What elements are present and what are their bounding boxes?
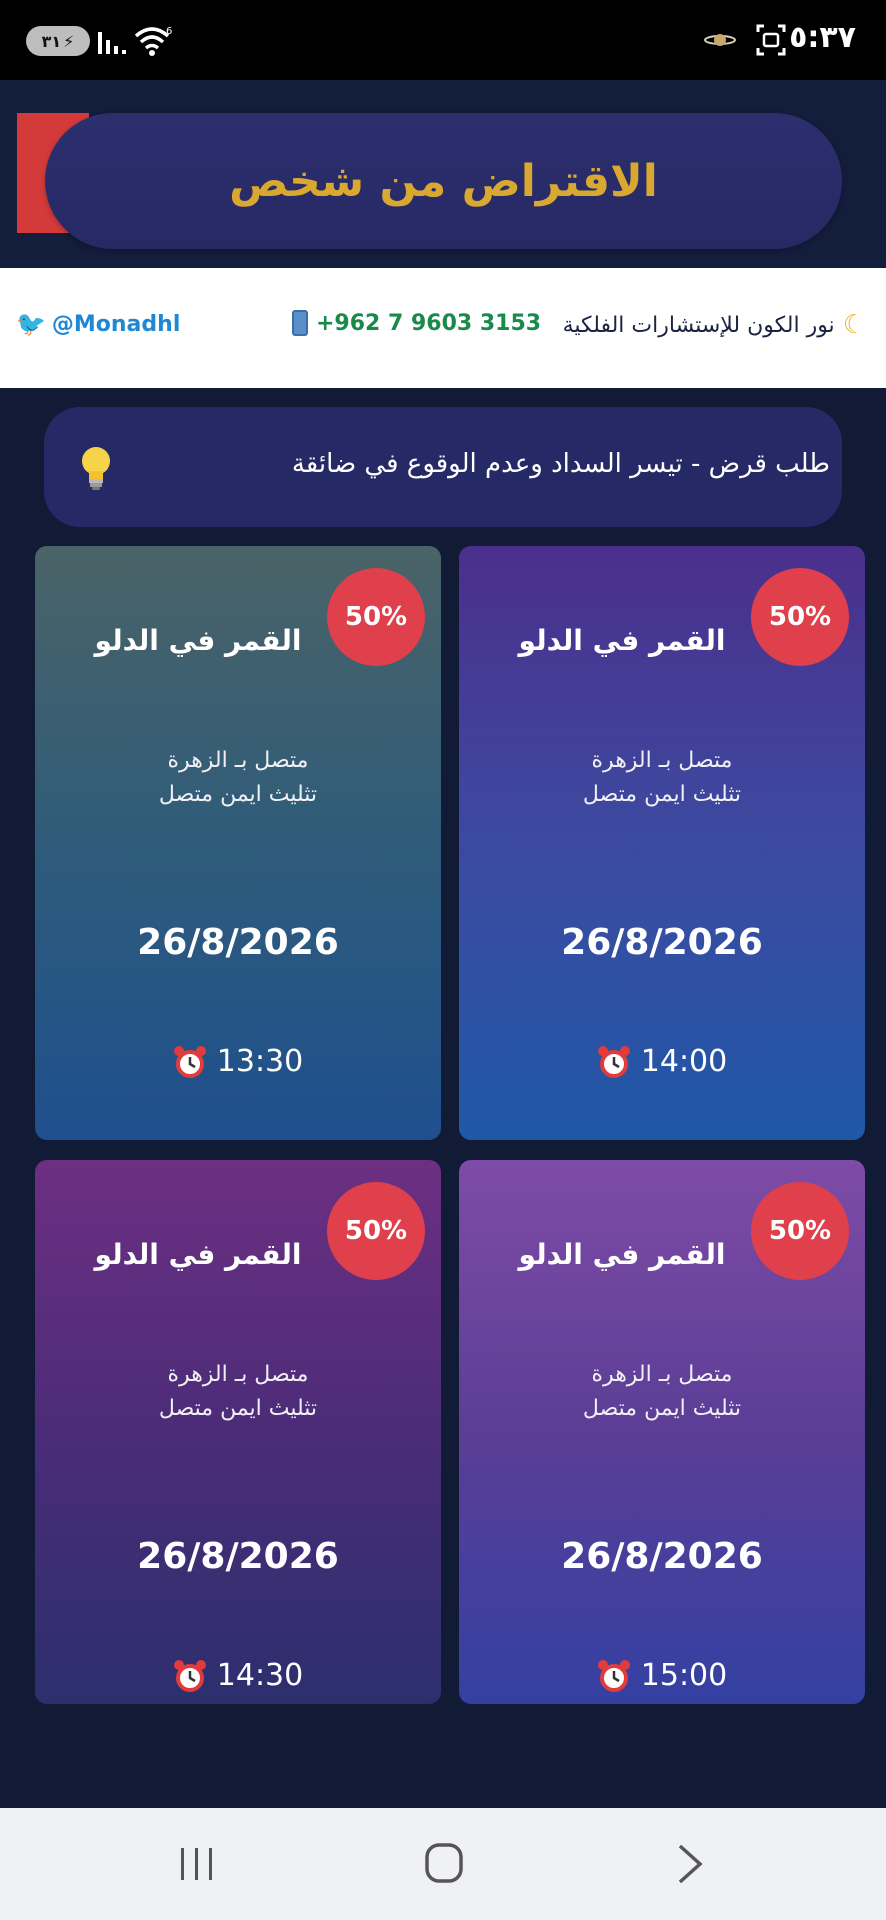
card-date: 26/8/2026 <box>561 922 763 963</box>
card-time: 14:30 <box>216 1658 304 1693</box>
wifi-badge: 6 <box>166 26 172 37</box>
contact-strip: 🐦 @Monadhl +962 7 9603 3153 ☾ نور الكون … <box>0 268 886 388</box>
card-aspect: متصل بـ الزهرة <box>591 1362 733 1387</box>
brand-name: ☾ نور الكون للإستشارات الفلكية <box>563 310 866 340</box>
phone-text: +962 7 9603 3153 <box>316 310 542 336</box>
timing-card[interactable]: 50% القمر في الدلو متصل بـ الزهرة تثليث … <box>35 1160 441 1704</box>
back-chevron-icon[interactable] <box>676 1842 706 1886</box>
alarm-clock-icon <box>173 1045 206 1078</box>
app-screen: ٣١ ⚡ 6 ٥:٣٧ الاقتراض من شخص 🐦 @Monadhl +… <box>0 0 886 1920</box>
card-title: القمر في الدلو <box>94 1238 302 1271</box>
battery-indicator: ٣١ ⚡ <box>26 26 90 56</box>
card-title: القمر في الدلو <box>94 624 302 657</box>
card-time-row: 14:30 <box>35 1658 441 1693</box>
card-time: 15:00 <box>640 1658 728 1693</box>
alarm-clock-icon <box>173 1659 206 1692</box>
card-date: 26/8/2026 <box>561 1536 763 1577</box>
home-icon[interactable] <box>424 1842 464 1884</box>
bird-icon: 🐦 <box>16 310 46 338</box>
twitter-text: @Monadhl <box>51 311 181 337</box>
charging-icon: ⚡ <box>63 31 75 51</box>
battery-level: ٣١ <box>41 31 62 51</box>
timing-card[interactable]: 50% القمر في الدلو متصل بـ الزهرة تثليث … <box>35 546 441 1140</box>
timing-card[interactable]: 50% القمر في الدلو متصل بـ الزهرة تثليث … <box>459 1160 865 1704</box>
card-time-row: 15:00 <box>459 1658 865 1693</box>
card-time-row: 13:30 <box>35 1044 441 1079</box>
card-date: 26/8/2026 <box>137 922 339 963</box>
alarm-clock-icon <box>597 1659 630 1692</box>
page-title: الاقتراض من شخص <box>229 155 658 207</box>
card-title: القمر في الدلو <box>518 1238 726 1271</box>
wifi-icon: 6 <box>134 26 172 56</box>
card-aspect-type: تثليث ايمن متصل <box>582 1396 742 1421</box>
card-aspect-type: تثليث ايمن متصل <box>158 782 318 807</box>
card-time-row: 14:00 <box>459 1044 865 1079</box>
alarm-clock-icon <box>597 1045 630 1078</box>
card-aspect: متصل بـ الزهرة <box>591 748 733 773</box>
card-aspect-type: تثليث ايمن متصل <box>158 1396 318 1421</box>
timing-card[interactable]: 50% القمر في الدلو متصل بـ الزهرة تثليث … <box>459 546 865 1140</box>
saturn-icon <box>704 34 736 46</box>
mobile-phone-icon <box>292 310 308 336</box>
card-time: 13:30 <box>216 1044 304 1079</box>
card-date: 26/8/2026 <box>137 1536 339 1577</box>
brand-text: نور الكون للإستشارات الفلكية <box>562 312 835 338</box>
status-bar: ٣١ ⚡ 6 ٥:٣٧ <box>0 0 886 80</box>
card-title: القمر في الدلو <box>518 624 726 657</box>
recent-apps-icon[interactable] <box>178 1844 216 1884</box>
system-nav-bar <box>0 1808 886 1920</box>
screenshot-icon <box>756 24 786 56</box>
signal-icon <box>98 32 126 54</box>
light-bulb-icon <box>82 447 110 490</box>
card-time: 14:00 <box>640 1044 728 1079</box>
card-aspect: متصل بـ الزهرة <box>167 748 309 773</box>
card-aspect: متصل بـ الزهرة <box>167 1362 309 1387</box>
crescent-moon-icon: ☾ <box>842 310 866 340</box>
card-aspect-type: تثليث ايمن متصل <box>582 782 742 807</box>
title-banner: الاقتراض من شخص <box>45 113 842 249</box>
twitter-handle[interactable]: 🐦 @Monadhl <box>16 310 180 338</box>
info-banner: طلب قرض - تيسر السداد وعدم الوقوع في ضائ… <box>44 407 842 527</box>
phone-number[interactable]: +962 7 9603 3153 <box>292 310 541 336</box>
info-text: طلب قرض - تيسر السداد وعدم الوقوع في ضائ… <box>291 449 830 479</box>
clock: ٥:٣٧ <box>789 20 856 55</box>
